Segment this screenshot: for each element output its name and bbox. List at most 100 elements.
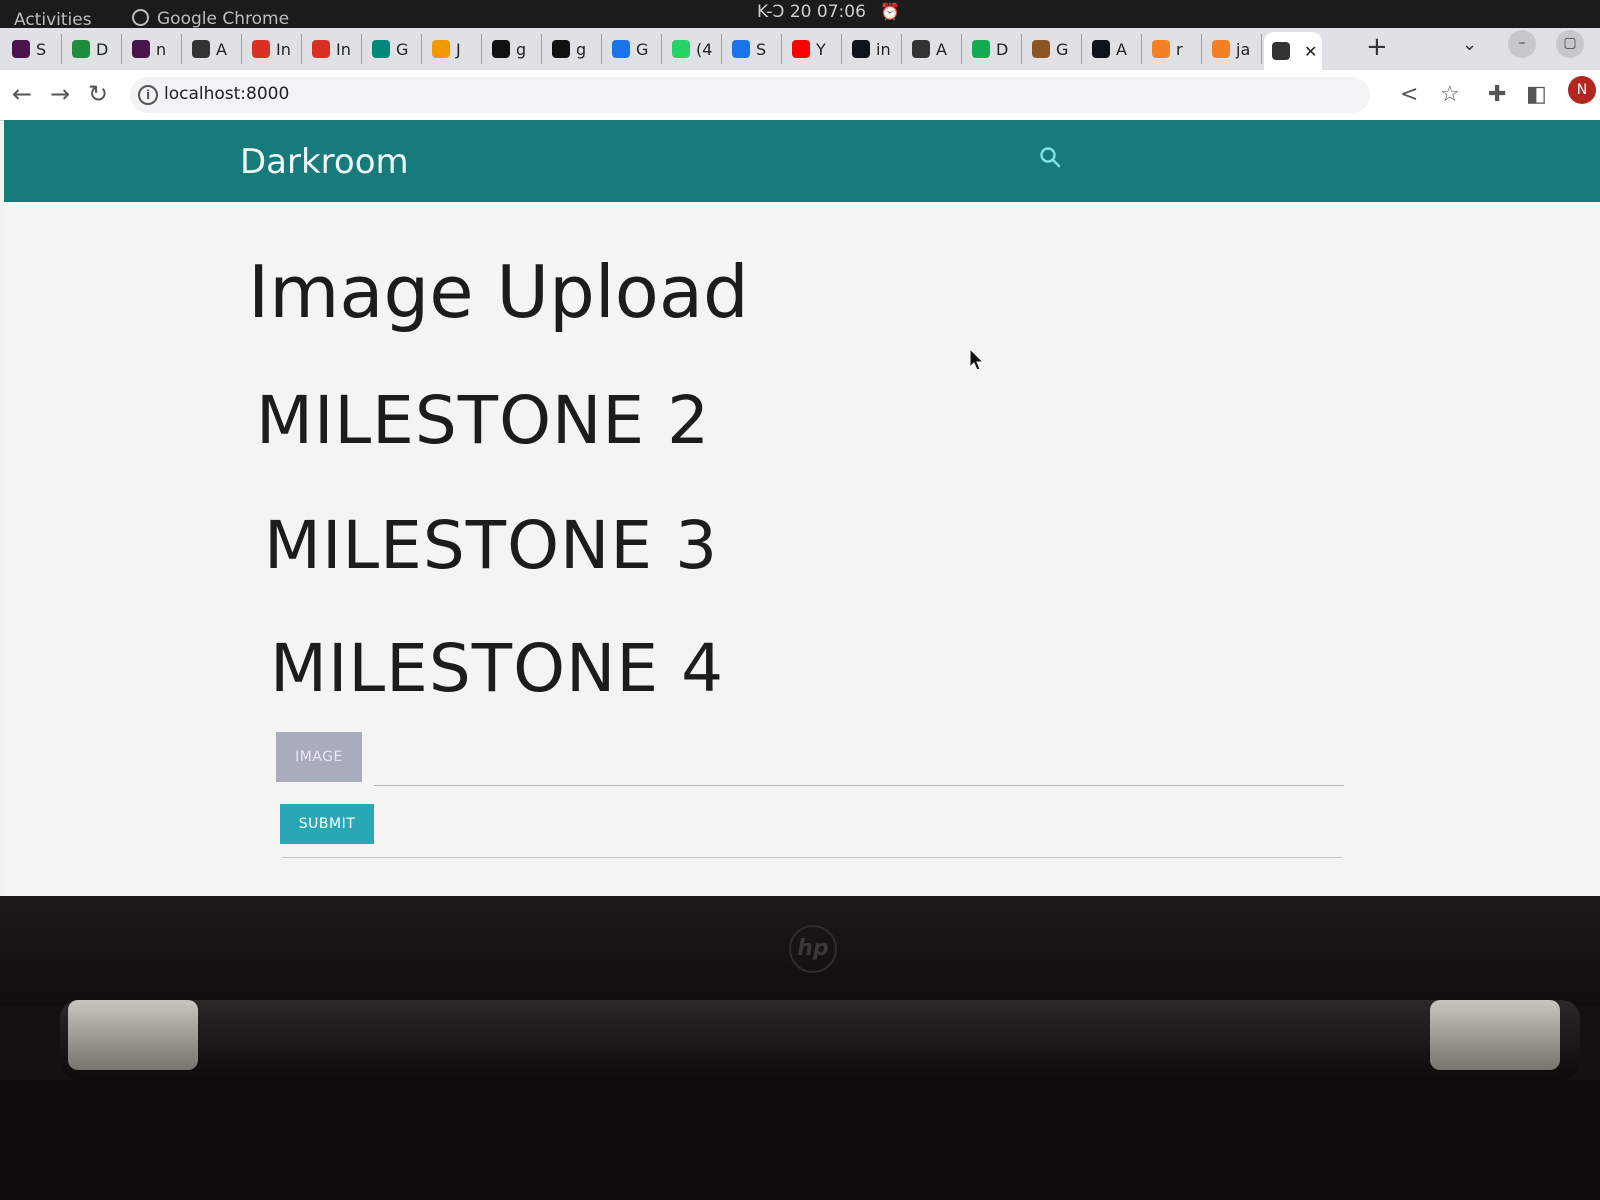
side-panel-icon[interactable]: ◧ (1526, 82, 1547, 107)
browser-tab[interactable]: n (124, 34, 182, 64)
browser-tab[interactable]: J (424, 34, 482, 64)
site-info-icon[interactable]: i (138, 85, 158, 105)
web-page: Darkroom Image Upload MILESTONE 2 MILEST… (4, 120, 1600, 896)
minimize-button[interactable]: – (1508, 30, 1536, 58)
browser-tab[interactable]: In (244, 34, 302, 64)
hinge-cap (1430, 1000, 1560, 1070)
gmail-icon (252, 40, 270, 58)
laptop-screen: Activities Google Chrome K-Ͻ 20 07:06 ⏰ … (0, 0, 1600, 896)
keyboard-deck (0, 1080, 1600, 1200)
back-icon[interactable]: ← (12, 80, 32, 108)
browser-tab[interactable]: G (1024, 34, 1082, 64)
browser-tab[interactable]: A (1084, 34, 1142, 64)
globe-icon (192, 40, 210, 58)
tab-label: J (456, 39, 461, 59)
tab-label: In (276, 39, 291, 59)
tab-label: D (996, 39, 1009, 59)
globe-icon (912, 40, 930, 58)
tab-label: G (396, 39, 409, 59)
maximize-button[interactable]: ▢ (1556, 30, 1584, 58)
settings-icon (732, 40, 750, 58)
share-icon[interactable]: < (1400, 82, 1418, 107)
tab-label: G (1056, 39, 1069, 59)
file-path-input[interactable] (374, 785, 1344, 786)
browser-tab[interactable]: ja (1204, 34, 1262, 64)
browser-tab[interactable]: Y (784, 34, 842, 64)
slack-icon (12, 40, 30, 58)
browser-toolbar: ← → ↻ i localhost:8000 < ☆ ✚ ◧ (0, 70, 1600, 121)
chrome-icon (132, 9, 149, 26)
browser-tab[interactable]: (4 (664, 34, 722, 64)
milestone-heading: MILESTONE 2 (256, 382, 711, 459)
tab-strip: S Dn A In In G Jg g G (4 S Yin A D G Ar ja ✕ (0, 28, 1600, 70)
laptop-hinge (60, 1000, 1580, 1080)
tab-label: D (96, 39, 109, 59)
tab-search-icon[interactable]: ⌄ (1462, 34, 1477, 55)
submit-button[interactable]: SUBMIT (280, 804, 374, 844)
youtube-icon (792, 40, 810, 58)
reload-icon[interactable]: ↻ (88, 80, 108, 108)
address-bar[interactable]: i localhost:8000 (130, 77, 1370, 113)
bookmark-star-icon[interactable]: ☆ (1440, 82, 1460, 107)
gmail-icon (312, 40, 330, 58)
clock[interactable]: K-Ͻ 20 07:06 (757, 2, 866, 22)
tab-label: A (936, 39, 947, 59)
browser-tab[interactable]: ✕ (1264, 32, 1322, 70)
site-navbar: Darkroom (4, 120, 1600, 202)
site-brand[interactable]: Darkroom (240, 142, 409, 182)
extensions-icon[interactable]: ✚ (1488, 82, 1506, 107)
browser-tab[interactable]: in (844, 34, 902, 64)
calendar-icon (612, 40, 630, 58)
browser-tab[interactable]: S (4, 34, 62, 64)
browser-tab[interactable]: G (604, 34, 662, 64)
page-title: Image Upload (248, 250, 749, 334)
browser-tab[interactable]: D (64, 34, 122, 64)
mongodb-icon (972, 40, 990, 58)
tab-label: In (336, 39, 351, 59)
slack-icon (132, 40, 150, 58)
search-icon[interactable] (1039, 146, 1061, 172)
tab-label: r (1176, 39, 1183, 59)
browser-tab[interactable]: A (904, 34, 962, 64)
browser-tab[interactable]: S (724, 34, 782, 64)
browser-tab[interactable]: D (964, 34, 1022, 64)
tab-label: Y (816, 39, 826, 59)
app-name: Google Chrome (157, 9, 290, 29)
browser-tab[interactable]: In (304, 34, 362, 64)
hackerrank-icon (1092, 40, 1110, 58)
stackoverflow-icon (1212, 40, 1230, 58)
mouse-cursor-icon (969, 347, 985, 376)
milestone-heading: MILESTONE 3 (264, 507, 719, 584)
tab-label: ja (1236, 39, 1251, 59)
tab-label: n (156, 39, 167, 59)
browser-tab[interactable]: g (484, 34, 542, 64)
browser-tab[interactable]: r (1144, 34, 1202, 64)
profile-avatar[interactable]: N (1568, 76, 1596, 104)
tab-label: A (216, 39, 227, 59)
tab-label: A (1116, 39, 1127, 59)
close-tab-icon[interactable]: ✕ (1304, 42, 1317, 61)
tab-label: (4 (696, 39, 713, 59)
alarm-icon: ⏰ (880, 2, 900, 21)
new-tab-button[interactable]: + (1366, 32, 1388, 62)
google-drive-icon (72, 40, 90, 58)
tab-label: G (636, 39, 649, 59)
forward-icon[interactable]: → (50, 80, 70, 108)
app-menu[interactable]: Google Chrome (132, 9, 289, 29)
globe-icon (1272, 42, 1290, 60)
browser-tab[interactable]: g (544, 34, 602, 64)
browser-tab[interactable]: G (364, 34, 422, 64)
image-file-button[interactable]: IMAGE (276, 732, 362, 782)
activities-button[interactable]: Activities (14, 10, 92, 30)
slides-icon (432, 40, 450, 58)
hinge-cap (68, 1000, 198, 1070)
google-meet-icon (372, 40, 390, 58)
hackerrank-icon (852, 40, 870, 58)
tab-label: g (516, 39, 527, 59)
github-icon (552, 40, 570, 58)
stackoverflow-icon (1152, 40, 1170, 58)
tab-label: S (756, 39, 767, 59)
url-text[interactable]: localhost:8000 (164, 84, 289, 104)
browser-tab[interactable]: A (184, 34, 242, 64)
tab-label: in (876, 39, 891, 59)
